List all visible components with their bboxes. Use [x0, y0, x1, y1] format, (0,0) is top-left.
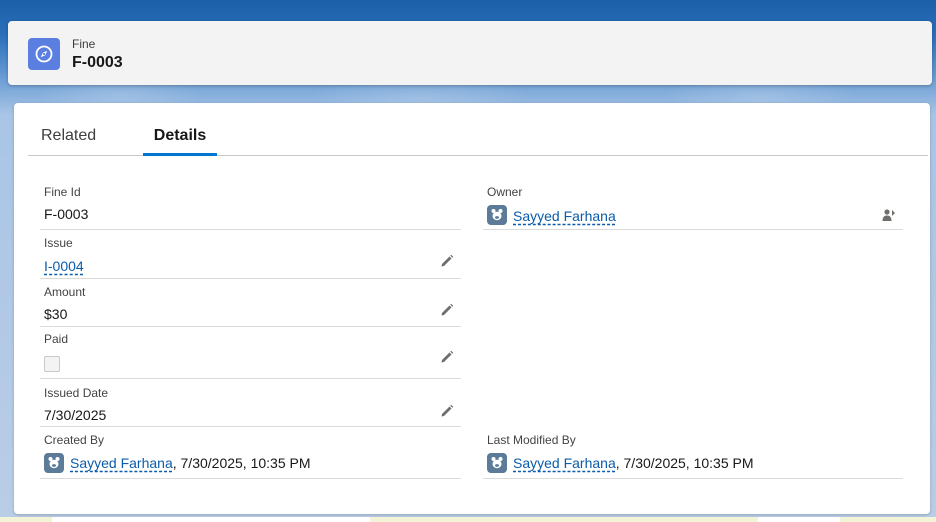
last-modified-by-user-link[interactable]: Sayyed Farhana [513, 455, 616, 471]
field-label: Owner [487, 185, 523, 199]
field-divider [40, 426, 461, 427]
field-label: Created By [44, 433, 105, 447]
tab-bar: Related Details [28, 103, 928, 156]
field-label: Issue [44, 236, 73, 250]
paid-checkbox[interactable] [44, 356, 60, 372]
field-last-modified-by: Last Modified By Sayyed Farhana, 7/30/20… [483, 431, 903, 479]
issue-link[interactable]: I-0004 [44, 258, 84, 274]
field-fine-id: Fine Id F-0003 [40, 183, 461, 230]
field-label: Fine Id [44, 185, 81, 199]
field-divider [40, 326, 461, 327]
owner-link[interactable]: Sayyed Farhana [513, 208, 616, 224]
bottom-strip-segment [52, 517, 370, 522]
last-modified-by-timestamp: , 7/30/2025, 10:35 PM [615, 455, 754, 471]
edit-pencil-icon[interactable] [440, 303, 454, 317]
field-owner: Owner Sayyed Farhana [483, 183, 903, 230]
field-value: 7/30/2025 [44, 407, 107, 423]
field-label: Last Modified By [487, 433, 576, 447]
record-title: F-0003 [72, 54, 123, 71]
edit-pencil-icon[interactable] [440, 254, 454, 268]
record-detail-card: Related Details Fine Id F-0003 Owner Say… [14, 103, 930, 514]
edit-pencil-icon[interactable] [440, 350, 454, 364]
record-header: Fine F-0003 [8, 21, 932, 85]
field-created-by: Created By Sayyed Farhana, 7/30/2025, 10… [40, 431, 461, 479]
field-divider [40, 378, 461, 379]
last-modified-by-value: Sayyed Farhana, 7/30/2025, 10:35 PM [513, 455, 754, 471]
bottom-strip-segment [758, 517, 840, 522]
field-amount: Amount $30 [40, 283, 461, 327]
tab-details[interactable]: Details [143, 127, 217, 156]
compass-icon [28, 38, 60, 70]
field-value: $30 [44, 306, 68, 322]
field-divider [483, 478, 903, 479]
created-by-timestamp: , 7/30/2025, 10:35 PM [172, 455, 311, 471]
field-label: Paid [44, 332, 69, 346]
record-object-type: Fine [72, 37, 96, 51]
created-by-value: Sayyed Farhana, 7/30/2025, 10:35 PM [70, 455, 311, 471]
created-by-user-link[interactable]: Sayyed Farhana [70, 455, 173, 471]
owner-value: Sayyed Farhana [513, 208, 616, 224]
user-avatar-icon [487, 205, 507, 225]
field-issue: Issue I-0004 [40, 234, 461, 279]
user-avatar-icon [487, 453, 507, 473]
field-divider [40, 229, 461, 230]
change-owner-icon[interactable] [882, 208, 896, 222]
field-paid: Paid [40, 330, 461, 379]
bottom-strip [0, 517, 936, 522]
field-value: F-0003 [44, 206, 89, 222]
field-label: Issued Date [44, 386, 109, 400]
field-label: Amount [44, 285, 86, 299]
issue-value: I-0004 [44, 258, 84, 274]
user-avatar-icon [44, 453, 64, 473]
edit-pencil-icon[interactable] [440, 404, 454, 418]
field-divider [40, 478, 461, 479]
field-divider [40, 278, 461, 279]
field-issued-date: Issued Date 7/30/2025 [40, 384, 461, 427]
tab-related[interactable]: Related [41, 127, 96, 155]
field-divider [483, 229, 903, 230]
